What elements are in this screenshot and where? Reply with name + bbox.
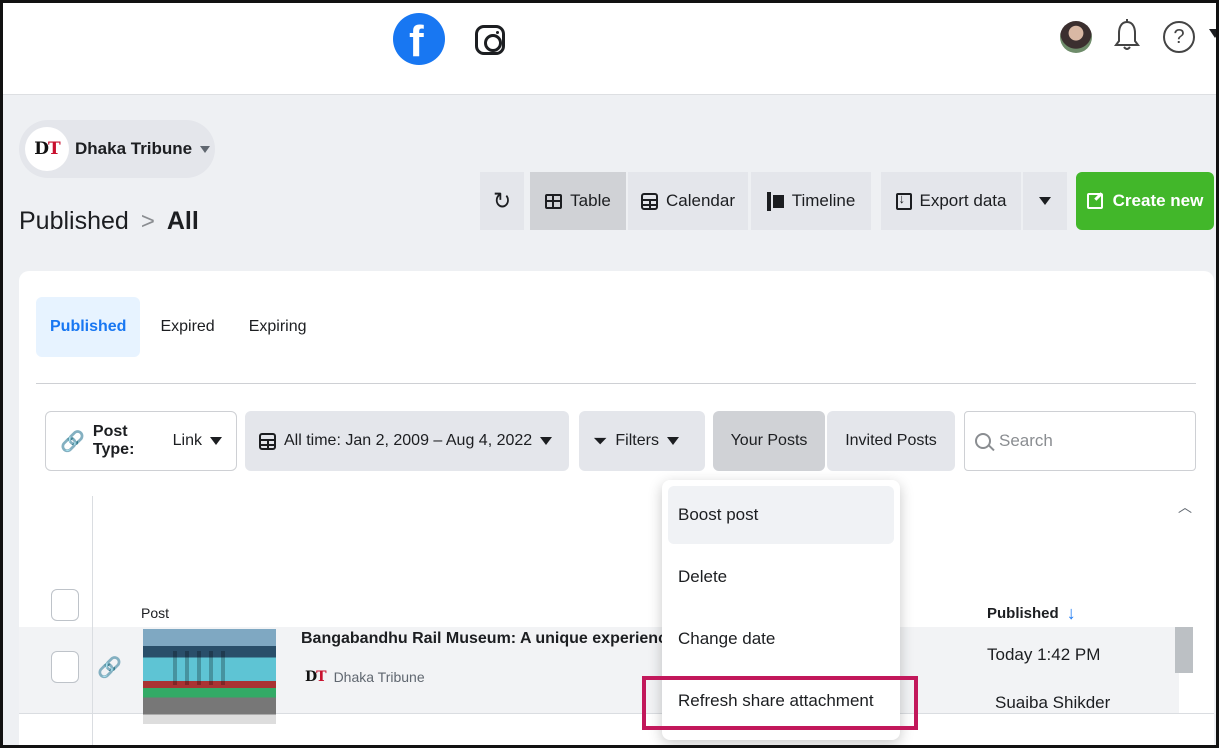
tab-expired[interactable]: Expired [146, 297, 228, 357]
export-icon [895, 191, 912, 210]
page-logo: DT [25, 127, 69, 171]
search-input[interactable]: Search [964, 411, 1196, 471]
post-type-filter[interactable]: 🔗 Post Type: Link [45, 411, 237, 471]
create-new-button[interactable]: Create new [1076, 172, 1214, 230]
export-data-button[interactable]: Export data [881, 172, 1021, 230]
select-all-checkbox[interactable] [51, 589, 79, 621]
logo-letter-d: D [305, 669, 317, 685]
avatar[interactable] [1060, 21, 1092, 53]
filters-button[interactable]: ⏷ Filters [579, 411, 705, 471]
link-icon: 🔗 [97, 657, 122, 679]
breadcrumb-current: All [166, 207, 199, 235]
export-data-label: Export data [919, 191, 1007, 210]
bell-icon[interactable] [1114, 19, 1140, 53]
top-bar: f ? [3, 3, 1216, 95]
facebook-icon[interactable]: f [393, 13, 445, 66]
scroll-up-icon[interactable]: ︿ [1178, 497, 1192, 517]
column-header-published-label: Published [987, 605, 1059, 622]
calendar-icon [259, 432, 276, 450]
chevron-down-icon[interactable] [1209, 29, 1216, 38]
calendar-view-label: Calendar [666, 191, 735, 210]
sort-arrow-icon: ↓ [1066, 603, 1076, 623]
app-frame: f ? DT Dhaka Tribune Published > All ↻ T… [0, 0, 1219, 748]
breadcrumb-parent[interactable]: Published [19, 207, 129, 236]
page-selector[interactable]: DT Dhaka Tribune [19, 120, 215, 178]
column-header-published[interactable]: Published ↓ [987, 603, 1076, 624]
chevron-down-icon [666, 437, 679, 445]
post-type-key: Post Type: [92, 423, 135, 458]
table-icon [545, 193, 563, 209]
date-range-label: All time: Jan 2, 2009 – Aug 4, 2022 [284, 432, 533, 449]
edit-icon [1086, 193, 1103, 209]
logo-letter-t: T [48, 139, 61, 159]
post-page-name: Dhaka Tribune [333, 669, 425, 685]
menu-item-boost-post[interactable]: Boost post [668, 486, 894, 544]
logo-letter-t: T [316, 669, 326, 685]
timeline-view-button[interactable]: Timeline [751, 172, 871, 230]
published-time: Today 1:42 PM [987, 645, 1101, 664]
highlight-annotation [642, 676, 918, 730]
refresh-button[interactable]: ↻ [480, 172, 524, 230]
menu-item-change-date[interactable]: Change date [668, 610, 894, 668]
menu-item-delete[interactable]: Delete [668, 548, 894, 606]
scrollbar-thumb[interactable] [1175, 627, 1193, 673]
calendar-icon [641, 192, 658, 210]
create-new-label: Create new [1112, 191, 1204, 210]
date-range-filter[interactable]: All time: Jan 2, 2009 – Aug 4, 2022 [245, 411, 569, 471]
divider [36, 383, 1196, 384]
refresh-icon: ↻ [492, 187, 512, 215]
table-view-button[interactable]: Table [530, 172, 626, 230]
timeline-icon [766, 191, 784, 211]
breadcrumb: Published > All [19, 207, 199, 236]
column-header-post: Post [141, 605, 170, 621]
page-logo: DT [305, 669, 327, 685]
tab-published[interactable]: Published [36, 297, 141, 357]
published-author: Suaiba Shikder [995, 693, 1111, 712]
chevron-down-icon [210, 437, 222, 445]
link-icon: 🔗 [60, 430, 85, 453]
chevron-down-icon [540, 437, 553, 445]
status-tabs: Published Expired Expiring [36, 297, 327, 357]
table-view-label: Table [570, 191, 611, 210]
search-placeholder: Search [999, 431, 1053, 450]
row-checkbox[interactable] [51, 651, 79, 683]
instagram-icon[interactable] [475, 25, 505, 55]
export-options-button[interactable] [1023, 172, 1067, 230]
post-type-value: Link [172, 432, 202, 449]
content-card: Published Expired Expiring 🔗 Post Type: … [19, 271, 1214, 745]
chevron-down-icon [1039, 197, 1051, 205]
search-icon [975, 433, 991, 449]
page-name: Dhaka Tribune [75, 139, 193, 158]
post-title[interactable]: Bangabandhu Rail Museum: A unique experi… [301, 630, 671, 648]
logo-letter-d: D [34, 139, 49, 159]
caret-down-icon [200, 145, 211, 153]
column-divider [92, 496, 93, 745]
calendar-view-button[interactable]: Calendar [628, 172, 748, 230]
post-page: DT Dhaka Tribune [305, 669, 425, 685]
help-icon[interactable]: ? [1163, 21, 1195, 53]
timeline-view-label: Timeline [791, 191, 856, 210]
filter-icon: ⏷ [593, 430, 608, 451]
invited-posts-toggle[interactable]: Invited Posts [827, 411, 955, 471]
your-posts-toggle[interactable]: Your Posts [713, 411, 825, 471]
breadcrumb-separator: > [140, 207, 155, 235]
post-thumbnail[interactable] [143, 629, 276, 724]
tab-expiring[interactable]: Expiring [235, 297, 321, 357]
filters-label: Filters [615, 432, 659, 449]
